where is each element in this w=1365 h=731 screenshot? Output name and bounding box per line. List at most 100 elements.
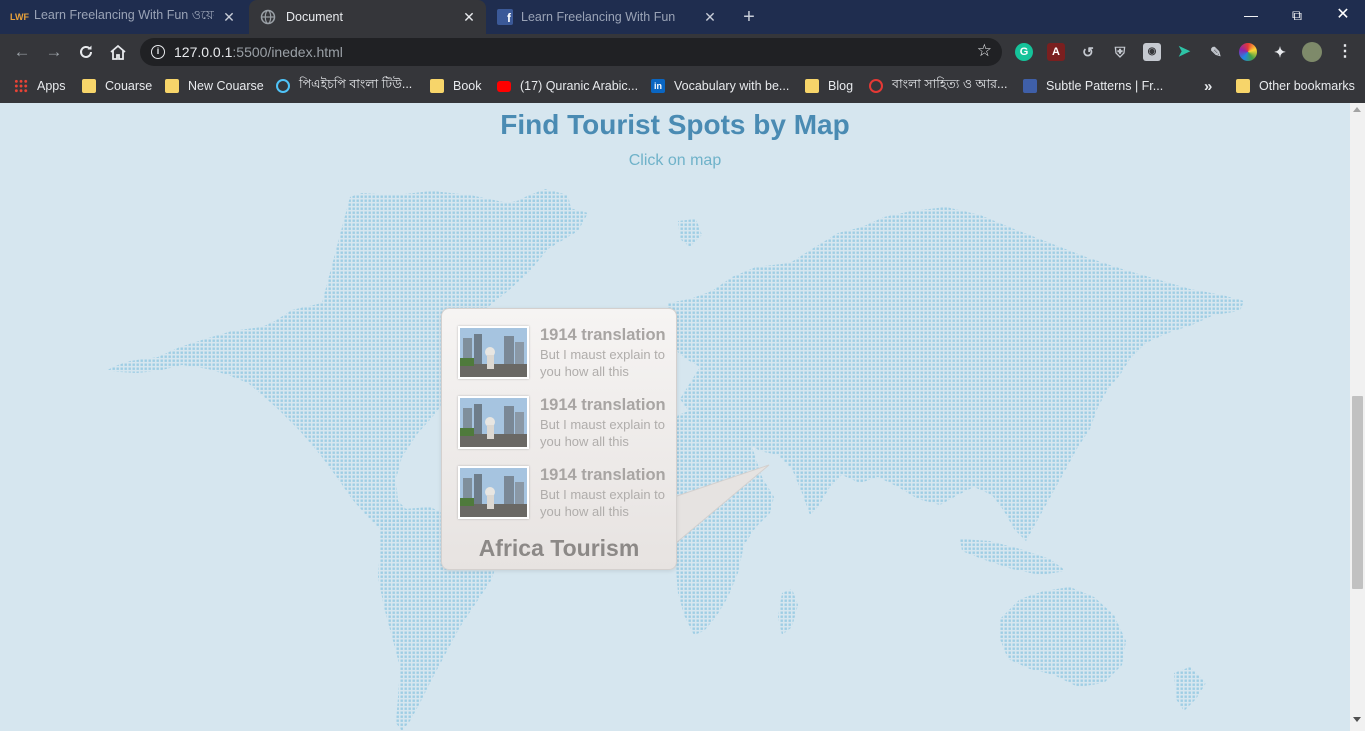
bookmark-star-icon[interactable]: ☆ bbox=[977, 41, 992, 61]
bookmark-blog[interactable]: Blog bbox=[805, 76, 853, 96]
forward-arrow-icon[interactable]: → bbox=[40, 38, 68, 66]
australia-landmass bbox=[1000, 587, 1126, 687]
folder-icon bbox=[82, 79, 96, 93]
folder-icon bbox=[1236, 79, 1250, 93]
new-tab-button[interactable]: + bbox=[738, 6, 760, 28]
bookmark-bangla-sahitya[interactable]: বাংলা সাহিত্য ও আর... bbox=[869, 76, 1007, 96]
bookmark-couarse[interactable]: Couarse bbox=[82, 76, 152, 96]
bookmark-label: Subtle Patterns | Fr... bbox=[1046, 79, 1164, 93]
browser-window: LWF Learn Freelancing With Fun ওয়েব ✕ D… bbox=[0, 0, 1365, 103]
profile-avatar[interactable] bbox=[1302, 42, 1322, 62]
bookmark-label: (17) Quranic Arabic... bbox=[520, 79, 639, 93]
page-subtitle: Click on map bbox=[628, 152, 722, 169]
popup-item-text: 1914 translation But I maust explain to … bbox=[540, 326, 670, 380]
lwf-favicon-icon: LWF bbox=[10, 12, 29, 22]
bookmark-label: Couarse bbox=[105, 79, 153, 93]
close-tab-icon[interactable]: ✕ bbox=[220, 8, 238, 26]
popup-item-desc: But I maust explain to you how all this bbox=[540, 417, 666, 449]
tab-title: Learn Freelancing With Fun ওয়েব bbox=[34, 8, 214, 22]
menu-kebab-icon[interactable]: ⋮ bbox=[1336, 43, 1354, 61]
grammarly-extension-icon[interactable]: G bbox=[1015, 43, 1033, 61]
home-icon[interactable] bbox=[104, 38, 132, 66]
popup-region-title: Africa Tourism bbox=[478, 535, 640, 561]
close-tab-icon[interactable]: ✕ bbox=[460, 8, 478, 26]
extensions-puzzle-icon[interactable]: ✦ bbox=[1271, 43, 1289, 61]
tab-learn-freelancing-1[interactable]: LWF Learn Freelancing With Fun ওয়েব ✕ bbox=[10, 0, 246, 34]
bookmark-label: New Couarse bbox=[188, 79, 264, 93]
tab-strip: LWF Learn Freelancing With Fun ওয়েব ✕ D… bbox=[0, 0, 1365, 34]
shield-extension-icon[interactable]: ⛨ bbox=[1111, 43, 1129, 61]
youtube-icon bbox=[497, 80, 511, 92]
page-viewport: Find Tourist Spots by Map Click on map 1… bbox=[0, 103, 1350, 731]
other-bookmarks[interactable]: Other bookmarks bbox=[1236, 76, 1355, 96]
bookmark-label: Apps bbox=[37, 79, 66, 93]
back-arrow-icon[interactable]: ← bbox=[8, 38, 36, 66]
madagascar-landmass bbox=[778, 589, 798, 635]
bookmarks-overflow-button[interactable]: » bbox=[1204, 76, 1212, 96]
browser-toolbar: ← → i 127.0.0.1:5500/inedex.html ☆ G A ↺… bbox=[0, 34, 1365, 70]
bookmark-subtle-patterns[interactable]: Subtle Patterns | Fr... bbox=[1023, 76, 1163, 96]
camera-extension-icon[interactable]: ◉ bbox=[1143, 43, 1161, 61]
popup-item-title: 1914 translation bbox=[540, 326, 666, 344]
close-window-button[interactable]: ✕ bbox=[1328, 4, 1358, 26]
scrollbar-thumb[interactable] bbox=[1352, 396, 1363, 589]
scroll-up-arrow-icon[interactable] bbox=[1353, 107, 1361, 112]
tab-title: Document bbox=[286, 10, 343, 24]
bookmark-label: Blog bbox=[828, 79, 854, 93]
bookmark-label: বাংলা সাহিত্য ও আর... bbox=[892, 77, 1008, 91]
popup-item-title: 1914 translation bbox=[540, 396, 666, 414]
scroll-down-arrow-icon[interactable] bbox=[1353, 717, 1361, 722]
popup-item-desc: But I maust explain to you how all this bbox=[540, 487, 666, 519]
folder-icon bbox=[805, 79, 819, 93]
other-bookmarks-label: Other bookmarks bbox=[1259, 79, 1355, 93]
pdf-extension-icon[interactable]: A bbox=[1047, 43, 1065, 61]
linkedin-icon: in bbox=[651, 79, 665, 93]
apps-grid-icon bbox=[14, 79, 28, 93]
tab-learn-freelancing-2[interactable]: f Learn Freelancing With Fun ✕ bbox=[497, 0, 727, 34]
globe-icon bbox=[276, 79, 290, 93]
url-text: 127.0.0.1:5500/inedex.html bbox=[174, 44, 343, 60]
spot-thumbnail[interactable] bbox=[458, 466, 529, 519]
tourism-popup: 1914 translation But I maust explain to … bbox=[441, 308, 677, 570]
facebook-icon: f bbox=[497, 9, 513, 25]
bookmark-label: Vocabulary with be... bbox=[674, 79, 790, 93]
spot-thumbnail[interactable] bbox=[458, 326, 529, 379]
address-bar[interactable]: i 127.0.0.1:5500/inedex.html ☆ bbox=[140, 38, 1002, 66]
globe-icon bbox=[260, 9, 276, 25]
bookmark-book[interactable]: Book bbox=[430, 76, 482, 96]
pen-extension-icon[interactable]: ✎ bbox=[1207, 43, 1225, 61]
popup-item-title: 1914 translation bbox=[540, 466, 666, 484]
popup-item-text: 1914 translation But I maust explain to … bbox=[540, 466, 670, 520]
bookmark-new-couarse[interactable]: New Couarse bbox=[165, 76, 264, 96]
tab-document[interactable]: Document ✕ bbox=[249, 0, 486, 34]
site-icon bbox=[869, 79, 883, 93]
popup-item-desc: But I maust explain to you how all this bbox=[540, 347, 666, 379]
folder-icon bbox=[165, 79, 179, 93]
bookmark-vocabulary[interactable]: in Vocabulary with be... bbox=[651, 76, 789, 96]
popup-item[interactable]: 1914 translation But I maust explain to … bbox=[458, 326, 668, 382]
popup-item[interactable]: 1914 translation But I maust explain to … bbox=[458, 396, 668, 452]
close-tab-icon[interactable]: ✕ bbox=[701, 8, 719, 26]
color-picker-extension-icon[interactable] bbox=[1239, 43, 1257, 61]
bookmark-quranic-arabic[interactable]: (17) Quranic Arabic... bbox=[497, 76, 638, 96]
bookmark-apps[interactable]: Apps bbox=[14, 76, 66, 96]
uk-landmass bbox=[678, 219, 702, 247]
bookmarks-bar: Apps Couarse New Couarse পিএইচপি বাংলা ট… bbox=[0, 70, 1365, 103]
site-info-icon[interactable]: i bbox=[151, 45, 165, 59]
history-extension-icon[interactable]: ↺ bbox=[1079, 43, 1097, 61]
page-scrollbar[interactable] bbox=[1350, 103, 1365, 731]
indonesia-landmass bbox=[960, 539, 1066, 575]
url-host: 127.0.0.1 bbox=[174, 44, 233, 60]
spot-thumbnail[interactable] bbox=[458, 396, 529, 449]
bird-extension-icon[interactable]: ➤ bbox=[1175, 43, 1193, 61]
bookmark-label: পিএইচপি বাংলা টিউ... bbox=[299, 77, 413, 91]
bookmark-php-bangla[interactable]: পিএইচপি বাংলা টিউ... bbox=[276, 76, 412, 96]
restore-button[interactable]: ⧉ bbox=[1282, 4, 1312, 26]
url-path: :5500/inedex.html bbox=[232, 44, 343, 60]
pattern-icon bbox=[1023, 79, 1037, 93]
popup-item[interactable]: 1914 translation But I maust explain to … bbox=[458, 466, 668, 522]
minimize-button[interactable]: — bbox=[1236, 4, 1266, 26]
folder-icon bbox=[430, 79, 444, 93]
reload-icon[interactable] bbox=[72, 38, 100, 66]
popup-item-text: 1914 translation But I maust explain to … bbox=[540, 396, 670, 450]
